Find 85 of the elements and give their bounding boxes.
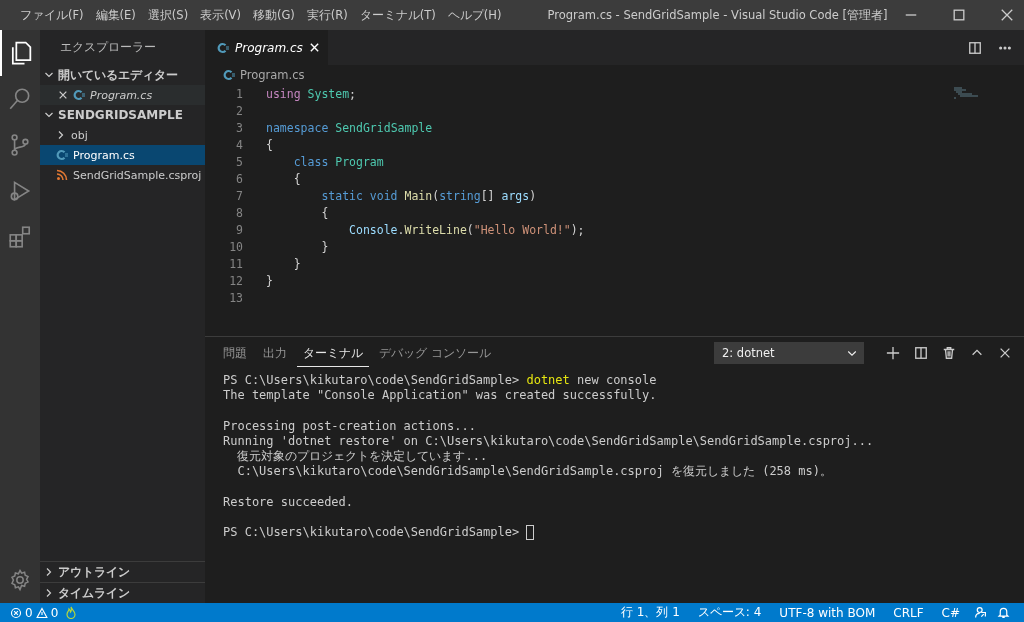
section-header[interactable]: 開いているエディター xyxy=(40,65,205,85)
line-number: 11 xyxy=(228,256,243,271)
editor-tab[interactable]: Program.cs xyxy=(205,30,328,65)
menu-item[interactable]: ターミナル(T) xyxy=(353,7,442,23)
menu-item[interactable]: 実行(R) xyxy=(300,7,354,23)
line-number: 1 xyxy=(235,86,243,101)
menu-item[interactable]: 編集(E) xyxy=(89,7,142,23)
line-number: 4 xyxy=(235,137,243,152)
line-number: 8 xyxy=(235,205,243,220)
file-tree-item[interactable]: obj xyxy=(40,125,205,145)
code-line: static void Main(string[] args) xyxy=(320,188,537,203)
bell-icon[interactable] xyxy=(997,606,1010,619)
chevron-right-icon[interactable] xyxy=(56,130,66,140)
line-number: 2 xyxy=(235,103,243,118)
csharp-file-icon xyxy=(56,149,68,161)
add-icon[interactable] xyxy=(886,346,900,360)
panel-tab[interactable]: ターミナル xyxy=(297,339,369,367)
close-icon[interactable] xyxy=(58,90,68,100)
errors-status[interactable]: 0 0 xyxy=(6,605,63,620)
panel-tab[interactable]: デバッグ コンソール xyxy=(373,339,497,367)
open-editor-item[interactable]: Program.cs xyxy=(40,85,205,105)
panel-tab[interactable]: 出力 xyxy=(257,339,293,367)
error-icon xyxy=(10,606,22,619)
csharp-file-icon xyxy=(73,89,85,101)
trash-icon[interactable] xyxy=(942,346,956,360)
terminal-line: The template "Console Application" was created successfully. xyxy=(223,388,657,404)
code-line: namespace SendGridSample xyxy=(265,120,433,135)
menu-item[interactable]: ヘルプ(H) xyxy=(441,7,508,23)
extensions-icon[interactable] xyxy=(7,224,33,250)
warning-icon xyxy=(35,606,48,619)
line-number: 13 xyxy=(228,290,243,305)
code-line: } xyxy=(292,256,301,271)
section-header[interactable]: アウトライン xyxy=(40,561,205,582)
panel-tab[interactable]: 問題 xyxy=(217,339,253,367)
split-terminal-icon[interactable] xyxy=(914,346,928,360)
file-tree-item[interactable]: SendGridSample.csproj xyxy=(40,165,205,185)
terminal-line: Processing post-creation actions... xyxy=(223,418,476,434)
line-number: 12 xyxy=(228,273,243,288)
rss-icon xyxy=(56,169,68,181)
split-editor-icon[interactable] xyxy=(968,40,982,55)
code-line: { xyxy=(265,137,273,152)
flame-icon[interactable] xyxy=(66,606,77,619)
chevron-right-icon[interactable] xyxy=(44,567,54,577)
status-item[interactable]: UTF-8 with BOM xyxy=(775,605,880,620)
line-number: 3 xyxy=(235,120,243,135)
terminal-line: PS C:\Users\kikutaro\code\SendGridSample> dotnet new console xyxy=(223,373,657,389)
breadcrumb[interactable]: Program.cs xyxy=(240,68,305,82)
terminal-select[interactable]: 2: dotnet xyxy=(714,342,864,364)
status-item[interactable]: CRLF xyxy=(889,605,928,620)
line-number: 5 xyxy=(235,154,243,169)
menu-item[interactable]: 移動(G) xyxy=(246,7,301,23)
code-line: class Program xyxy=(292,154,384,169)
settings-icon[interactable] xyxy=(8,568,32,592)
window-title: Program.cs - SendGridSample - Visual Studio Code [管理者] xyxy=(546,7,888,23)
code-line: } xyxy=(265,273,273,288)
feedback-icon[interactable] xyxy=(974,606,987,619)
status-item[interactable]: 行 1、列 1 xyxy=(616,604,684,621)
code-line: Console.WriteLine("Hello World!"); xyxy=(348,222,585,237)
code-line: { xyxy=(292,171,301,186)
code-line: } xyxy=(320,239,329,254)
line-number: 10 xyxy=(228,239,243,254)
menu-item[interactable]: 表示(V) xyxy=(194,7,247,23)
terminal-line: PS C:\Users\kikutaro\code\SendGridSample> xyxy=(223,524,521,541)
close-icon[interactable] xyxy=(998,346,1012,360)
sidebar-title: エクスプローラー xyxy=(60,39,156,56)
line-number: 6 xyxy=(235,171,243,186)
chevron-down-icon[interactable] xyxy=(44,70,54,80)
terminal-line: 復元対象のプロジェクトを決定しています... xyxy=(236,448,488,465)
menu-item[interactable]: 選択(S) xyxy=(141,7,195,23)
terminal-line: C:\Users\kikutaro\code\SendGridSample\SendGridSample.csproj を復元しました (258 ms)。 xyxy=(236,464,832,480)
menu-item[interactable]: ファイル(F) xyxy=(14,7,90,23)
line-number: 9 xyxy=(235,222,243,237)
file-tree-item[interactable]: Program.cs xyxy=(40,145,205,165)
chevron-down-icon[interactable] xyxy=(44,110,54,120)
terminal-line: Restore succeeded. xyxy=(223,494,354,510)
status-item[interactable]: スペース: 4 xyxy=(693,604,766,621)
chevron-right-icon[interactable] xyxy=(44,588,54,598)
csharp-file-icon xyxy=(217,41,229,54)
code-line: { xyxy=(320,205,329,220)
line-number: 7 xyxy=(235,188,243,203)
code-line: using System; xyxy=(265,86,357,101)
terminal-line: Running 'dotnet restore' on C:\Users\kikutaro\code\SendGridSample\SendGridSample.csproj... xyxy=(223,433,874,449)
section-header[interactable]: SENDGRIDSAMPLE xyxy=(40,105,205,125)
csharp-file-icon xyxy=(223,69,235,81)
status-item[interactable]: C# xyxy=(937,605,964,620)
